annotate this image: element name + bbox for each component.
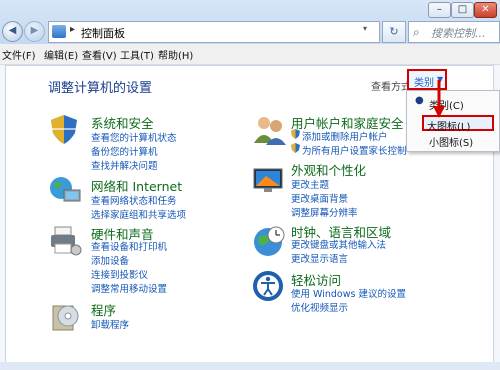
menu-tools[interactable]: 工具(T) <box>120 47 154 62</box>
search-input[interactable]: 搜索控制... ⌕ <box>408 21 500 43</box>
search-icon[interactable]: ⌕ <box>413 25 420 40</box>
menu-edit[interactable]: 编辑(E) <box>44 47 78 62</box>
menu-help[interactable]: 帮助(H) <box>158 47 193 62</box>
selected-bullet-icon: ● <box>415 95 424 106</box>
link[interactable]: 添加设备 <box>91 253 129 267</box>
accessibility-icon[interactable] <box>252 270 286 304</box>
page-title: 调整计算机的设置 <box>48 81 153 96</box>
refresh-button[interactable]: ↻ <box>382 21 406 43</box>
menu-bar: 文件(F) 编辑(E) 查看(V) 工具(T) 帮助(H) <box>0 44 500 65</box>
forward-button[interactable]: ▶ <box>24 21 45 42</box>
link[interactable]: 为所有用户设置家长控制 <box>302 143 407 157</box>
address-dropdown-icon[interactable]: ▾ <box>363 24 367 33</box>
view-by-value[interactable]: 类别 <box>414 74 434 89</box>
window-bottom-border <box>0 362 500 370</box>
link[interactable]: 选择家庭组和共享选项 <box>91 207 186 221</box>
link[interactable]: 备份您的计算机 <box>91 144 158 158</box>
title-bar: – □ ✕ ◀ ▶ ▸ 控制面板 ▾ ↻ 搜索控制... ⌕ <box>0 0 500 44</box>
view-by-menu: ● 类别(C) 大图标(L) 小图标(S) <box>406 90 500 152</box>
link[interactable]: 更改主题 <box>291 177 329 191</box>
link[interactable]: 卸载程序 <box>91 317 129 331</box>
menu-item-label[interactable]: 大图标(L) <box>427 118 470 133</box>
menu-item-small-icons[interactable]: 小图标(S) <box>429 134 473 149</box>
link[interactable]: 调整常用移动设置 <box>91 281 167 295</box>
network-icon[interactable] <box>48 174 82 206</box>
address-bar[interactable]: ▸ 控制面板 ▾ <box>48 21 380 43</box>
users-icon[interactable] <box>252 113 288 147</box>
link[interactable]: 调整屏幕分辨率 <box>291 205 358 219</box>
clock-globe-icon[interactable] <box>252 224 288 258</box>
link[interactable]: 查看您的计算机状态 <box>91 130 177 144</box>
red-arrow-icon <box>433 80 445 118</box>
link[interactable]: 查看设备和打印机 <box>91 239 167 253</box>
appearance-icon[interactable] <box>252 166 288 196</box>
link[interactable]: 更改键盘或其他输入法 <box>291 237 386 251</box>
link[interactable]: 优化视频显示 <box>291 300 348 314</box>
link[interactable]: 添加或删除用户帐户 <box>302 129 388 143</box>
minimize-button[interactable]: – <box>428 2 451 18</box>
breadcrumb-separator-icon[interactable]: ▸ <box>70 24 75 35</box>
programs-icon[interactable] <box>48 300 82 334</box>
back-button[interactable]: ◀ <box>2 21 23 42</box>
link[interactable]: 更改显示语言 <box>291 251 348 265</box>
admin-shield-icon <box>291 143 300 153</box>
shield-icon[interactable] <box>48 113 80 145</box>
link[interactable]: 更改桌面背景 <box>291 191 348 205</box>
printer-icon[interactable] <box>48 224 82 258</box>
admin-shield-icon <box>291 129 300 139</box>
breadcrumb-control-panel[interactable]: 控制面板 <box>81 25 125 41</box>
link[interactable]: 使用 Windows 建议的设置 <box>291 286 406 300</box>
menu-file[interactable]: 文件(F) <box>2 47 36 62</box>
link[interactable]: 查看网络状态和任务 <box>91 193 177 207</box>
menu-view[interactable]: 查看(V) <box>82 47 117 62</box>
search-placeholder: 搜索控制... <box>431 27 486 40</box>
maximize-button[interactable]: □ <box>451 2 474 18</box>
close-button[interactable]: ✕ <box>474 2 497 18</box>
link[interactable]: 连接到投影仪 <box>91 267 148 281</box>
control-panel-icon <box>52 25 66 38</box>
link[interactable]: 查找并解决问题 <box>91 158 158 172</box>
